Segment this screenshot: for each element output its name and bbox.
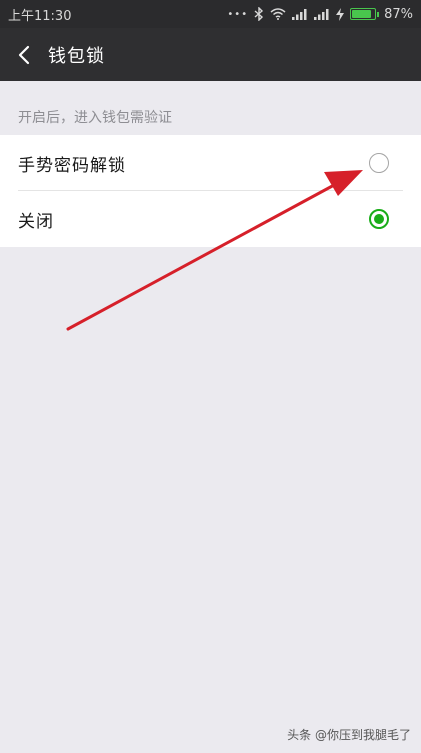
battery-icon <box>350 8 380 20</box>
status-time: 上午11:30 <box>8 8 72 24</box>
wifi-icon <box>270 8 286 20</box>
chevron-left-icon <box>18 45 30 64</box>
page-title: 钱包锁 <box>48 45 105 67</box>
option-label: 关闭 <box>18 211 54 232</box>
signal-icon-1 <box>292 9 307 20</box>
status-bar: 上午11:30 ••• 87% <box>0 0 421 28</box>
status-icons: ••• 87% <box>227 0 413 28</box>
options-list: 手势密码解锁 关闭 <box>0 135 421 247</box>
title-bar: 钱包锁 <box>0 28 421 81</box>
watermark: 头条 @你压到我腿毛了 <box>287 728 411 742</box>
battery-percent: 87% <box>384 6 413 22</box>
notification-dots: ••• <box>227 8 249 20</box>
signal-icon-2 <box>314 9 329 20</box>
option-off[interactable]: 关闭 <box>0 191 421 247</box>
battery-fill <box>352 10 372 18</box>
radio-button[interactable] <box>369 209 389 229</box>
bluetooth-icon <box>254 7 264 21</box>
battery-indicator: 87% <box>350 7 413 22</box>
charging-icon <box>336 7 345 21</box>
option-gesture-unlock[interactable]: 手势密码解锁 <box>0 135 421 191</box>
option-label: 手势密码解锁 <box>18 155 126 176</box>
section-header: 开启后，进入钱包需验证 <box>18 110 172 126</box>
back-button[interactable] <box>2 28 46 81</box>
screen: 上午11:30 ••• 87% 钱包锁 开启后，进入钱包需验证 手势密码解锁 关… <box>0 0 421 753</box>
radio-button[interactable] <box>369 153 389 173</box>
